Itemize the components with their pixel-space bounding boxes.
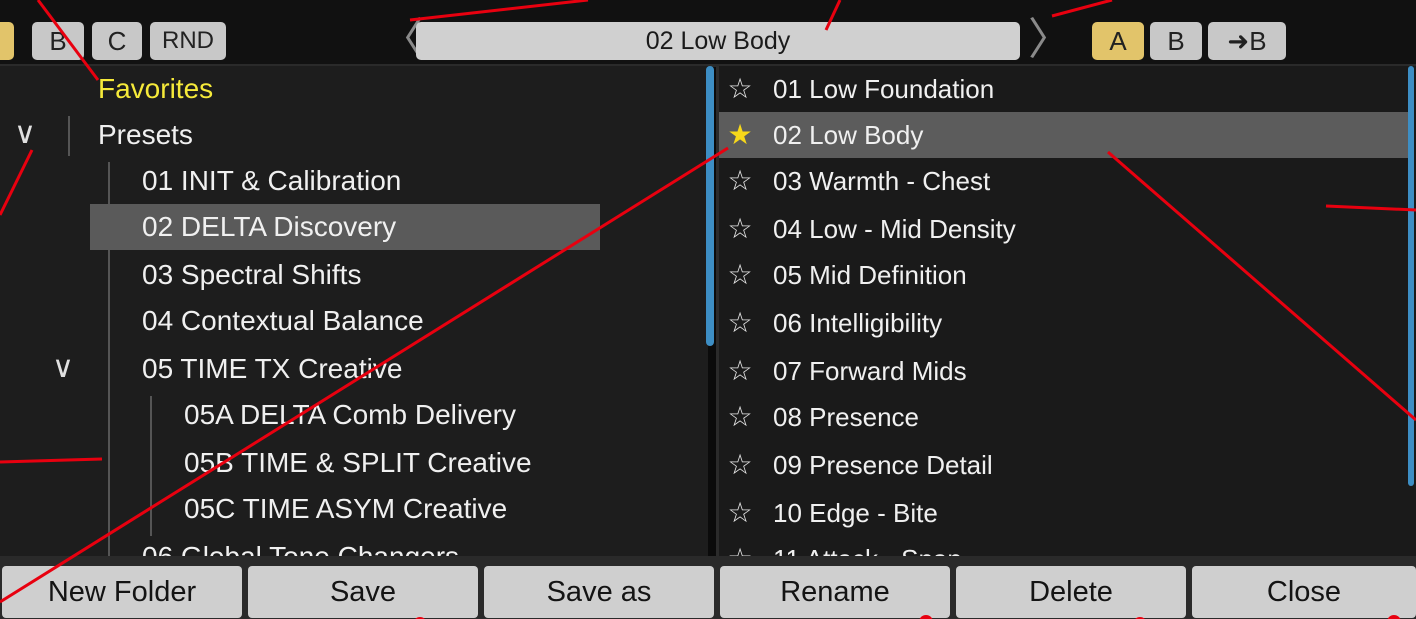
star-outline-icon[interactable]: ☆ <box>725 490 755 536</box>
star-outline-icon[interactable]: ☆ <box>725 252 755 298</box>
tree-folder-partial[interactable]: 06 Global Tone Changers <box>142 534 459 556</box>
save-as-button[interactable]: Save as <box>484 566 714 618</box>
current-preset-name: 02 Low Body <box>416 22 1020 60</box>
random-button[interactable]: RND <box>150 22 226 60</box>
presets-root[interactable]: Presets <box>98 112 193 158</box>
delete-button[interactable]: Delete <box>956 566 1186 618</box>
star-filled-icon[interactable]: ★ <box>725 112 755 158</box>
copy-to-b-button[interactable]: ➜B <box>1208 22 1286 60</box>
tree-subfolder[interactable]: 05B TIME & SPLIT Creative <box>184 440 532 486</box>
preset-row[interactable]: ☆ 07 Forward Mids <box>719 348 1411 394</box>
star-outline-icon[interactable]: ☆ <box>725 300 755 346</box>
preset-label: 08 Presence <box>773 402 919 432</box>
new-folder-button[interactable]: New Folder <box>2 566 242 618</box>
preset-row[interactable]: ☆ 03 Warmth - Chest <box>719 158 1411 204</box>
preset-row[interactable]: ☆ 08 Presence <box>719 394 1411 440</box>
preset-row[interactable]: ☆ 04 Low - Mid Density <box>719 206 1411 252</box>
favorites-item[interactable]: Favorites <box>98 66 213 112</box>
preset-label: 11 Attack - Snap <box>773 536 962 556</box>
tree-divider <box>68 116 70 156</box>
rename-button[interactable]: Rename <box>720 566 950 618</box>
tree-subfolder[interactable]: 05C TIME ASYM Creative <box>184 486 507 532</box>
save-button[interactable]: Save <box>248 566 478 618</box>
star-outline-icon[interactable]: ☆ <box>725 348 755 394</box>
preset-row-selected[interactable]: ★ 02 Low Body <box>719 112 1411 158</box>
preset-label: 02 Low Body <box>773 120 924 150</box>
ab-b-button[interactable]: B <box>1150 22 1202 60</box>
chevron-down-icon[interactable]: ∨ <box>14 116 36 151</box>
star-outline-icon[interactable]: ☆ <box>725 66 755 112</box>
preset-label: 06 Intelligibility <box>773 308 943 338</box>
list-scrollbar[interactable] <box>1408 66 1414 486</box>
tree-folder[interactable]: 03 Spectral Shifts <box>142 252 361 298</box>
slot-c-button[interactable]: C <box>92 22 142 60</box>
preset-label: 04 Low - Mid Density <box>773 214 1016 244</box>
preset-row[interactable]: ☆ 01 Low Foundation <box>719 66 1411 112</box>
tree-folder[interactable]: 05 TIME TX Creative <box>142 346 402 392</box>
preset-label: 05 Mid Definition <box>773 260 967 290</box>
slot-b-button[interactable]: B <box>32 22 84 60</box>
chevron-right-icon[interactable]: 〉 <box>1028 18 1072 62</box>
preset-row-partial[interactable]: ☆ 11 Attack - Snap <box>719 536 1411 556</box>
preset-label: 01 Low Foundation <box>773 74 995 104</box>
preset-row[interactable]: ☆ 10 Edge - Bite <box>719 490 1411 536</box>
close-button[interactable]: Close <box>1192 566 1416 618</box>
tree-folder-selected[interactable]: 02 DELTA Discovery <box>90 204 600 250</box>
star-outline-icon[interactable]: ☆ <box>725 536 755 556</box>
star-outline-icon[interactable]: ☆ <box>725 158 755 204</box>
preset-label: 10 Edge - Bite <box>773 498 938 528</box>
preset-label: 07 Forward Mids <box>773 356 967 386</box>
folder-tree[interactable]: Favorites ∨ Presets 01 INIT & Calibratio… <box>0 66 708 556</box>
preset-label: 09 Presence Detail <box>773 450 993 480</box>
preset-list[interactable]: ☆ 01 Low Foundation ★ 02 Low Body ☆ 03 W… <box>719 66 1416 556</box>
star-outline-icon[interactable]: ☆ <box>725 442 755 488</box>
star-outline-icon[interactable]: ☆ <box>725 394 755 440</box>
tree-subfolder[interactable]: 05A DELTA Comb Delivery <box>184 392 516 438</box>
chevron-down-icon[interactable]: ∨ <box>52 350 74 385</box>
preset-label: 03 Warmth - Chest <box>773 166 991 196</box>
tree-folder[interactable]: 04 Contextual Balance <box>142 298 424 344</box>
preset-row[interactable]: ☆ 06 Intelligibility <box>719 300 1411 346</box>
slot-a-button[interactable] <box>0 22 14 60</box>
preset-header: B C RND 〈 02 Low Body 〉 A B ➜B <box>0 0 1416 66</box>
preset-row[interactable]: ☆ 05 Mid Definition <box>719 252 1411 298</box>
tree-folder[interactable]: 01 INIT & Calibration <box>142 158 401 204</box>
preset-row[interactable]: ☆ 09 Presence Detail <box>719 442 1411 488</box>
star-outline-icon[interactable]: ☆ <box>725 206 755 252</box>
tree-scrollbar[interactable] <box>706 66 714 346</box>
tree-guide-line <box>150 396 152 536</box>
ab-a-button[interactable]: A <box>1092 22 1144 60</box>
